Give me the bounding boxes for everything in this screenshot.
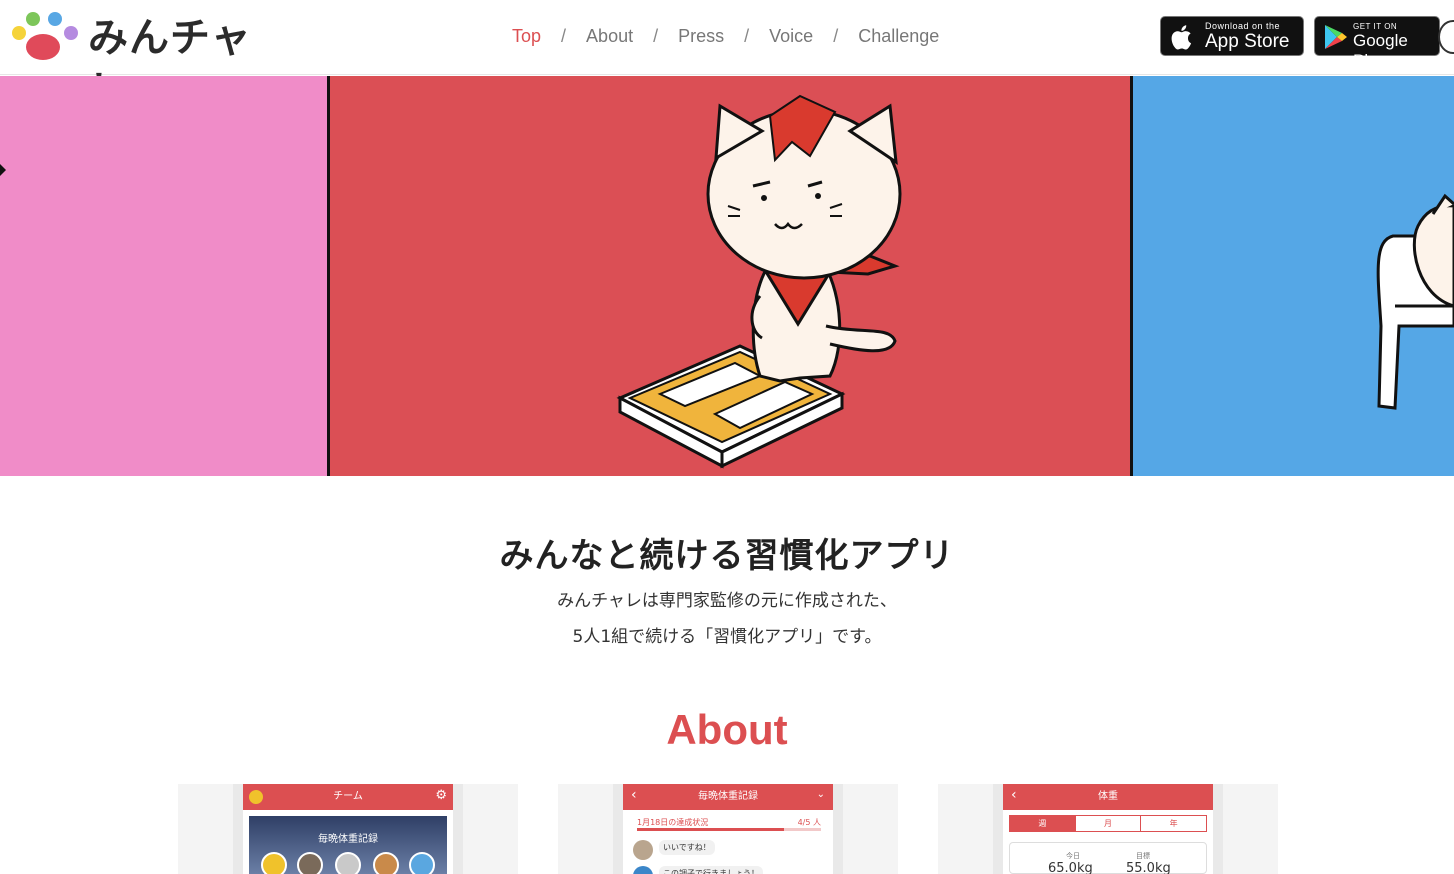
screen-header: 体重 bbox=[1003, 784, 1213, 810]
team-banner: 毎晩体重記録 bbox=[249, 816, 447, 874]
app-screenshot-team: チーム ⚙ 毎晩体重記録 bbox=[178, 784, 518, 874]
chevron-down-icon: ⌄ bbox=[816, 789, 825, 800]
partial-object-icon bbox=[0, 164, 6, 176]
avatar bbox=[633, 866, 653, 874]
cat-mascot-icon bbox=[1438, 20, 1454, 54]
nav-separator: / bbox=[833, 25, 839, 46]
logo-dot-red bbox=[26, 34, 60, 60]
goal-value: 55.0kg bbox=[1126, 861, 1171, 874]
app-store-small-text: Download on the bbox=[1205, 21, 1281, 31]
goal-label: 目標 bbox=[1136, 852, 1150, 860]
progress-count: 4/5 人 bbox=[797, 818, 821, 827]
back-chevron-icon: ‹ bbox=[631, 787, 637, 803]
logo-dot-green bbox=[26, 12, 40, 26]
logo-dot-yellow bbox=[12, 26, 26, 40]
nav-challenge[interactable]: Challenge bbox=[858, 26, 939, 47]
avatar bbox=[409, 852, 435, 874]
progress-bar-fill bbox=[637, 828, 785, 831]
progress-bar bbox=[637, 828, 821, 831]
google-play-icon bbox=[1325, 25, 1347, 49]
tab-year: 年 bbox=[1140, 816, 1206, 831]
hero-slide-left[interactable] bbox=[0, 76, 328, 476]
nav-separator: / bbox=[561, 25, 567, 46]
today-value: 65.0kg bbox=[1048, 861, 1093, 874]
about-heading: About bbox=[666, 706, 788, 753]
eye-icon bbox=[249, 790, 263, 804]
nav-top[interactable]: Top bbox=[512, 26, 541, 47]
app-store-button[interactable]: Download on the App Store bbox=[1160, 16, 1304, 56]
phone-screen: チーム ⚙ 毎晩体重記録 bbox=[243, 784, 453, 874]
nav-voice[interactable]: Voice bbox=[769, 26, 813, 47]
app-screenshot-chat: 毎晩体重記録 ‹ ⌄ 1月18日の達成状況 4/5 人 いいですね！ この調子で… bbox=[558, 784, 898, 874]
google-play-small-text: GET IT ON bbox=[1353, 22, 1398, 31]
screenshot-side bbox=[178, 784, 233, 874]
screen-header-title: 体重 bbox=[1098, 791, 1118, 802]
apple-icon bbox=[1171, 25, 1192, 50]
period-tabs: 週 月 年 bbox=[1009, 815, 1207, 832]
nav-separator: / bbox=[653, 25, 659, 46]
phone-screen: 毎晩体重記録 ‹ ⌄ 1月18日の達成状況 4/5 人 いいですね！ この調子で… bbox=[623, 784, 833, 874]
nav-about[interactable]: About bbox=[586, 26, 633, 47]
tab-week: 週 bbox=[1010, 816, 1075, 831]
screen-header-title: チーム bbox=[333, 791, 363, 802]
hero-carousel[interactable] bbox=[0, 76, 1454, 476]
chat-message: いいですね！ bbox=[659, 840, 715, 855]
phone-screen: 体重 ‹ 週 月 年 今日 65.0kg 目標 55.0kg bbox=[1003, 784, 1213, 874]
logo-dot-purple bbox=[64, 26, 78, 40]
cat-on-scale-illustration bbox=[616, 94, 902, 469]
avatar bbox=[261, 852, 287, 874]
cat-on-bed-illustration bbox=[1376, 193, 1454, 410]
avatar bbox=[335, 852, 361, 874]
google-play-big-text: Google Play bbox=[1353, 31, 1408, 70]
google-play-button[interactable]: GET IT ON Google Play bbox=[1314, 16, 1440, 70]
screenshot-side bbox=[843, 784, 898, 874]
logo-dot-blue bbox=[48, 12, 62, 26]
screenshot-side bbox=[1223, 784, 1278, 874]
weight-summary: 今日 65.0kg 目標 55.0kg bbox=[1009, 842, 1207, 874]
avatar bbox=[373, 852, 399, 874]
nav-press[interactable]: Press bbox=[678, 26, 724, 47]
app-store-big-text: App Store bbox=[1205, 31, 1290, 52]
hero-slide-center[interactable] bbox=[330, 76, 1131, 476]
intro-title: みんなと続ける習慣化アプリ bbox=[499, 536, 955, 576]
screen-header: 毎晩体重記録 bbox=[623, 784, 833, 810]
team-banner-title: 毎晩体重記録 bbox=[318, 834, 378, 845]
tab-month: 月 bbox=[1074, 816, 1141, 831]
intro-line-2: 5人1組で続ける「習慣化アプリ」です。 bbox=[572, 627, 882, 647]
avatar bbox=[633, 840, 653, 860]
progress-status: 1月18日の達成状況 bbox=[637, 818, 709, 827]
screenshot-side bbox=[938, 784, 993, 874]
screenshot-side bbox=[558, 784, 613, 874]
site-header: みんチャレ Top / About / Press / Voice / Chal… bbox=[0, 0, 1454, 113]
chat-message: この調子で行きましょう！ bbox=[659, 866, 763, 874]
today-label: 今日 bbox=[1066, 852, 1080, 860]
screen-header-title: 毎晩体重記録 bbox=[698, 791, 758, 802]
hero-slide-right[interactable] bbox=[1133, 76, 1454, 476]
screen-header: チーム bbox=[243, 784, 453, 810]
back-chevron-icon: ‹ bbox=[1011, 787, 1017, 803]
avatar bbox=[297, 852, 323, 874]
main-nav: Top / About / Press / Voice / Challenge bbox=[512, 22, 939, 50]
intro-line-1: みんチャレは専門家監修の元に作成された、 bbox=[557, 591, 897, 611]
nav-separator: / bbox=[744, 25, 750, 46]
logo[interactable]: みんチャレ bbox=[10, 8, 280, 113]
gear-icon: ⚙ bbox=[435, 788, 447, 803]
app-screenshot-weight: 体重 ‹ 週 月 年 今日 65.0kg 目標 55.0kg bbox=[938, 784, 1278, 874]
screenshot-side bbox=[463, 784, 518, 874]
